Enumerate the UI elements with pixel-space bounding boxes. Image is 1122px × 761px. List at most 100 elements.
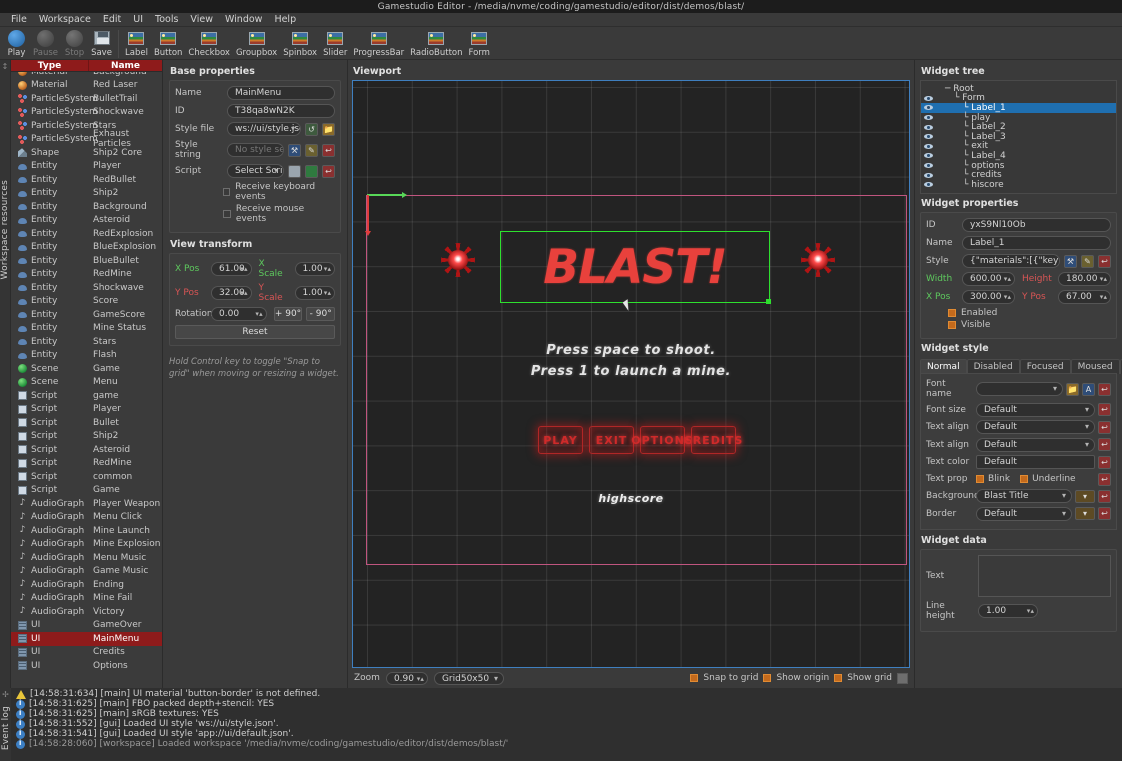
resource-row[interactable]: ♪ AudioGraph Mine Fail (11, 592, 162, 606)
resource-row[interactable]: Entity Flash (11, 349, 162, 363)
toolbar-button-save[interactable]: Save (88, 28, 115, 60)
resource-row[interactable]: Shape Ship2 Core (11, 146, 162, 160)
resource-row[interactable]: Script RedMine (11, 457, 162, 471)
widget-tree-node[interactable]: └ Label_4 (921, 151, 1116, 161)
reload-style-icon[interactable]: ↺ (305, 122, 318, 136)
resource-row[interactable]: Script Asteroid (11, 443, 162, 457)
resource-row[interactable]: Entity BlueExplosion (11, 241, 162, 255)
widget-tree-node[interactable]: └ options (921, 161, 1116, 171)
column-header-type[interactable]: Type (11, 60, 89, 71)
revert-style-row-icon[interactable]: ↩ (1098, 507, 1111, 520)
revert-widget-style-icon[interactable]: ↩ (1098, 254, 1111, 268)
revert-style-row-icon[interactable]: ↩ (1098, 403, 1111, 416)
selection-resize-handle[interactable] (766, 299, 771, 304)
style-row-value[interactable]: Default (976, 402, 1095, 417)
menu-item-view[interactable]: View (184, 13, 219, 26)
edit-style-icon[interactable]: ✎ (305, 143, 318, 157)
widget-x-pos-spinner[interactable]: 300.00 (962, 290, 1015, 304)
tab-event-log[interactable]: Event log (1, 706, 11, 750)
widget-tree-node[interactable]: └ Form (921, 93, 1116, 103)
revert-style-row-icon[interactable]: ↩ (1098, 420, 1111, 434)
resource-row[interactable]: Entity Score (11, 295, 162, 309)
revert-style-row-icon[interactable]: ↩ (1098, 455, 1111, 469)
visibility-eye-icon[interactable] (924, 180, 933, 189)
canvas-button-play[interactable]: PLAY (538, 426, 583, 454)
rotate-plus-90-button[interactable]: + 90° (273, 307, 303, 321)
menu-item-help[interactable]: Help (268, 13, 302, 26)
new-script-icon[interactable] (288, 164, 301, 178)
style-tab-normal[interactable]: Normal (920, 359, 967, 374)
zoom-spinner[interactable]: 0.90 (385, 671, 428, 685)
height-spinner[interactable]: 180.00 (1058, 272, 1111, 286)
grid-size-combo[interactable]: Grid50x50 (433, 671, 504, 685)
resource-row[interactable]: ParticleSystem Exhaust Particles (11, 129, 162, 149)
revert-style-row-icon[interactable]: ↩ (1098, 438, 1111, 451)
style-row-value[interactable]: Default (976, 437, 1095, 452)
blink-checkbox[interactable] (976, 475, 984, 483)
resource-list-body[interactable]: MaterialBackgroundMaterialRed LaserParti… (11, 72, 162, 688)
toolbar-button-button[interactable]: Button (151, 28, 185, 60)
resource-row[interactable]: Entity RedMine (11, 268, 162, 282)
toolbar-button-form[interactable]: Form (466, 28, 493, 60)
resource-row[interactable]: Script Game (11, 484, 162, 498)
resource-row[interactable]: Scene Menu (11, 376, 162, 390)
widget-tree-node[interactable]: ─ Root (921, 84, 1116, 94)
resource-row[interactable]: Entity RedExplosion (11, 227, 162, 241)
resource-row[interactable]: Entity Background (11, 200, 162, 214)
toolbar-button-play[interactable]: Play (3, 28, 30, 60)
row-receive-keyboard[interactable]: Receive keyboard events (223, 182, 335, 202)
revert-style-icon[interactable]: ↩ (322, 143, 335, 157)
column-header-name[interactable]: Name (89, 60, 162, 71)
resource-row[interactable]: ♪ AudioGraph Game Music (11, 565, 162, 579)
x-pos-spinner[interactable]: 61.00 (211, 262, 252, 276)
show-grid-checkbox[interactable] (834, 674, 843, 682)
resource-row[interactable]: ParticleSystem Shockwave (11, 106, 162, 120)
snap-to-grid-checkbox[interactable] (690, 674, 699, 682)
resource-row[interactable]: ♪ AudioGraph Mine Launch (11, 524, 162, 538)
widget-name-input[interactable]: Label_1 (962, 236, 1111, 250)
style-string-input[interactable]: No style set (227, 143, 284, 157)
canvas-instruction-line-2[interactable]: Press 1 to launch a mine. (353, 364, 909, 379)
line-height-spinner[interactable]: 1.00 (978, 604, 1038, 618)
widget-tree[interactable]: ─ Root └ Form └ Label_1 └ play └ Label_2 └ La… (920, 80, 1117, 194)
toolbar-button-spinbox[interactable]: Spinbox (280, 28, 320, 60)
resource-row[interactable]: Material Red Laser (11, 79, 162, 93)
visibility-eye-icon[interactable] (924, 161, 933, 170)
style-tab-moused[interactable]: Moused (1070, 359, 1120, 374)
dock-grip-icon[interactable]: ↕ (2, 63, 9, 71)
menu-item-workspace[interactable]: Workspace (33, 13, 97, 26)
resource-row[interactable]: ♪ AudioGraph Player Weapon (11, 497, 162, 511)
resource-row[interactable]: ♪ AudioGraph Victory (11, 605, 162, 619)
resource-row[interactable]: ♪ AudioGraph Menu Music (11, 551, 162, 565)
style-row-value[interactable]: Default (976, 420, 1095, 434)
color-picker-icon[interactable]: ▾ (1075, 507, 1095, 520)
toolbar-button-checkbox[interactable]: Checkbox (185, 28, 233, 60)
inspect-style-icon[interactable]: ⚒ (288, 143, 301, 157)
widget-tree-node[interactable]: └ Label_3 (921, 132, 1116, 142)
y-pos-spinner[interactable]: 32.00 (211, 286, 252, 300)
color-picker-icon[interactable]: ▾ (1075, 489, 1095, 503)
x-scale-spinner[interactable]: 1.00 (294, 262, 335, 276)
folder-icon[interactable]: 📁 (1066, 382, 1079, 396)
font-icon[interactable]: A (1082, 382, 1095, 396)
background-color-swatch[interactable] (897, 672, 908, 684)
resource-row[interactable]: ♪ AudioGraph Mine Explosion (11, 538, 162, 552)
resource-row[interactable]: Entity Stars (11, 335, 162, 349)
canvas-hiscore-label[interactable]: highscore (353, 492, 909, 505)
revert-style-row-icon[interactable]: ↩ (1098, 489, 1111, 503)
widget-tree-node[interactable]: └ play (921, 113, 1116, 123)
receive-keyboard-checkbox[interactable] (223, 188, 231, 196)
reset-transform-button[interactable]: Reset (175, 325, 335, 339)
menu-item-window[interactable]: Window (219, 13, 268, 26)
resource-row[interactable]: Entity Shockwave (11, 281, 162, 295)
widget-text-textarea[interactable] (978, 555, 1111, 597)
revert-script-icon[interactable]: ↩ (322, 164, 335, 178)
toolbar-button-radiobutton[interactable]: RadioButton (407, 28, 465, 60)
menu-item-edit[interactable]: Edit (97, 13, 127, 26)
visibility-eye-icon[interactable] (924, 94, 933, 103)
rotate-minus-90-button[interactable]: - 90° (306, 307, 336, 321)
resource-row[interactable]: Entity Ship2 (11, 187, 162, 201)
resource-row[interactable]: UI Credits (11, 646, 162, 660)
row-receive-mouse[interactable]: Receive mouse events (223, 204, 335, 224)
resource-row[interactable]: ♪ AudioGraph Ending (11, 578, 162, 592)
